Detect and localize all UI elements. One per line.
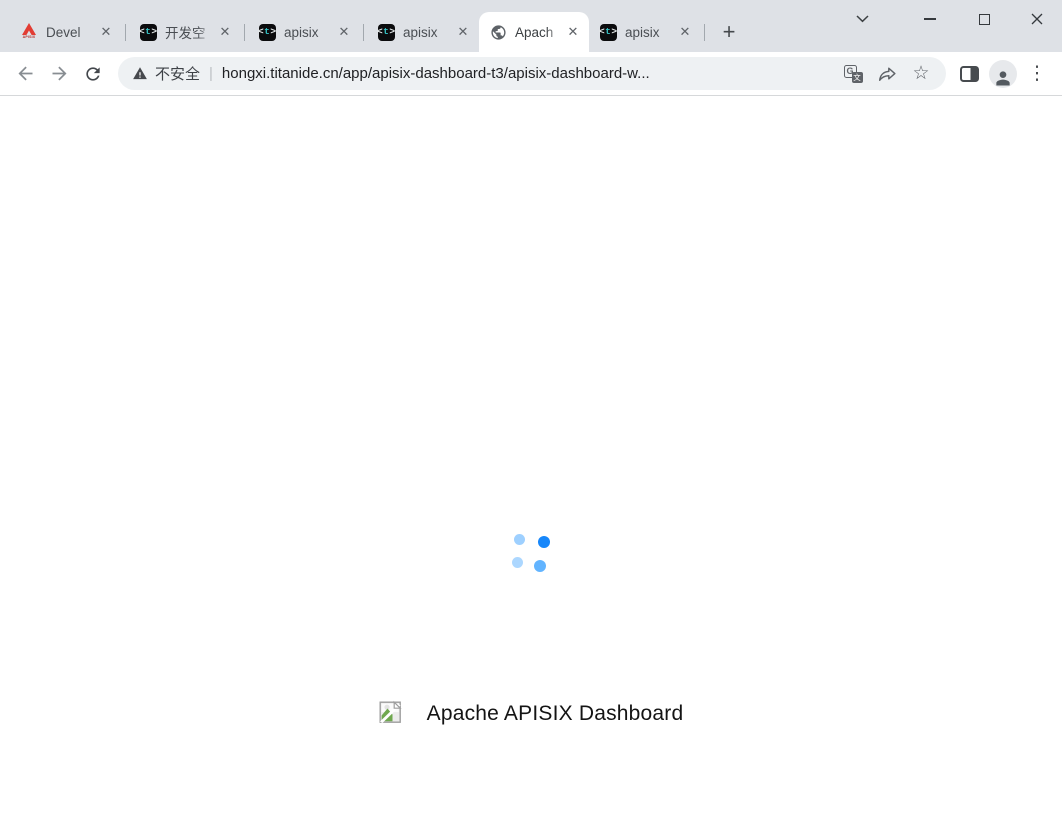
url-text[interactable]: hongxi.titanide.cn/app/apisix-dashboard-…	[222, 65, 832, 82]
t-code-icon: <t>	[139, 23, 157, 41]
t-code-icon: <t>	[599, 23, 617, 41]
share-icon	[877, 65, 897, 83]
tab-separator	[125, 24, 126, 41]
browser-menu-button[interactable]: ⋮	[1020, 57, 1054, 91]
warning-triangle-icon	[132, 66, 148, 81]
bookmark-star-icon: ☆	[912, 64, 929, 83]
tab-strip: APISIX Devel ✕ <t> 开发空 ✕ <t> apisix	[0, 0, 1062, 52]
reload-button[interactable]	[76, 57, 110, 91]
tab-apisix-2[interactable]: <t> apisix ✕	[367, 12, 479, 52]
tab-dev-space[interactable]: <t> 开发空 ✕	[129, 12, 241, 52]
browser-toolbar: 不安全 | hongxi.titanide.cn/app/apisix-dash…	[0, 52, 1062, 96]
apisix-logo-icon: APISIX	[20, 23, 38, 41]
tab-close-icon[interactable]: ✕	[336, 24, 352, 40]
tab-label: apisix	[625, 25, 677, 40]
bracket-right: >	[151, 27, 157, 37]
forward-button[interactable]	[42, 57, 76, 91]
spinner-dot	[514, 534, 525, 545]
tab-close-icon[interactable]: ✕	[217, 24, 233, 40]
security-indicator[interactable]: 不安全	[132, 63, 200, 84]
tab-separator	[704, 24, 705, 41]
t-code-icon-box: <t>	[600, 24, 617, 41]
window-controls	[844, 0, 1062, 38]
bracket-right: >	[611, 27, 617, 37]
tab-label: apisix	[403, 25, 455, 40]
bracket-right: >	[270, 27, 276, 37]
kebab-menu-icon: ⋮	[1028, 64, 1047, 83]
tab-close-icon[interactable]: ✕	[565, 24, 581, 40]
window-close-icon	[1031, 13, 1043, 25]
bracket-right: >	[389, 27, 395, 37]
side-panel-icon	[960, 66, 979, 82]
translate-button[interactable]: G 文	[840, 61, 866, 87]
tabs-container: APISIX Devel ✕ <t> 开发空 ✕ <t> apisix	[0, 12, 744, 52]
t-code-icon: <t>	[258, 23, 276, 41]
maximize-button[interactable]	[957, 0, 1012, 38]
person-icon	[993, 68, 1013, 88]
toolbar-right-cluster: ⋮	[952, 57, 1054, 91]
t-code-icon-box: <t>	[140, 24, 157, 41]
t-code-icon: <t>	[377, 23, 395, 41]
spinner-dot	[512, 557, 523, 568]
spinner-dot	[538, 536, 550, 548]
forward-arrow-icon	[49, 63, 70, 84]
t-letter: t	[264, 27, 271, 37]
avatar	[989, 60, 1017, 88]
tab-label: 开发空	[165, 22, 217, 42]
translate-icon: G 文	[844, 65, 863, 83]
tab-label: Devel	[46, 25, 98, 40]
tab-close-icon[interactable]: ✕	[677, 24, 693, 40]
window-close-button[interactable]	[1012, 0, 1062, 38]
apisix-wordmark: APISIX	[23, 35, 36, 39]
tab-close-icon[interactable]: ✕	[455, 24, 471, 40]
translate-wen-glyph: 文	[852, 72, 863, 83]
url-separator: |	[209, 65, 213, 82]
maximize-icon	[979, 14, 990, 25]
back-button[interactable]	[8, 57, 42, 91]
app-title: Apache APISIX Dashboard	[427, 702, 684, 726]
tab-search-chevron-icon[interactable]	[844, 0, 880, 38]
globe-icon	[489, 23, 507, 41]
tab-separator	[244, 24, 245, 41]
t-letter: t	[145, 27, 152, 37]
bookmark-button[interactable]: ☆	[908, 61, 934, 87]
tab-apisix-1[interactable]: <t> apisix ✕	[248, 12, 360, 52]
tab-apache-active[interactable]: Apach ✕	[479, 12, 589, 52]
tab-label: Apach	[515, 25, 565, 40]
t-letter: t	[383, 27, 390, 37]
new-tab-button[interactable]: +	[714, 17, 744, 47]
side-panel-button[interactable]	[952, 57, 986, 91]
tab-label: apisix	[284, 25, 336, 40]
address-bar[interactable]: 不安全 | hongxi.titanide.cn/app/apisix-dash…	[118, 57, 946, 90]
spinner-dot	[534, 560, 546, 572]
app-branding-row: Apache APISIX Dashboard	[0, 696, 1062, 732]
t-code-icon-box: <t>	[259, 24, 276, 41]
share-button[interactable]	[874, 61, 900, 87]
tab-apisix-3[interactable]: <t> apisix ✕	[589, 12, 701, 52]
tab-close-icon[interactable]: ✕	[98, 24, 114, 40]
tab-devel[interactable]: APISIX Devel ✕	[10, 12, 122, 52]
t-code-icon-box: <t>	[378, 24, 395, 41]
t-letter: t	[605, 27, 612, 37]
broken-image-icon	[379, 700, 402, 729]
profile-button[interactable]	[986, 57, 1020, 91]
tab-separator	[363, 24, 364, 41]
minimize-icon	[924, 18, 936, 20]
security-label: 不安全	[155, 63, 200, 84]
page-content: Apache APISIX Dashboard	[0, 96, 1062, 813]
minimize-button[interactable]	[902, 0, 957, 38]
back-arrow-icon	[15, 63, 36, 84]
reload-icon	[83, 64, 103, 84]
browser-window: APISIX Devel ✕ <t> 开发空 ✕ <t> apisix	[0, 0, 1062, 814]
